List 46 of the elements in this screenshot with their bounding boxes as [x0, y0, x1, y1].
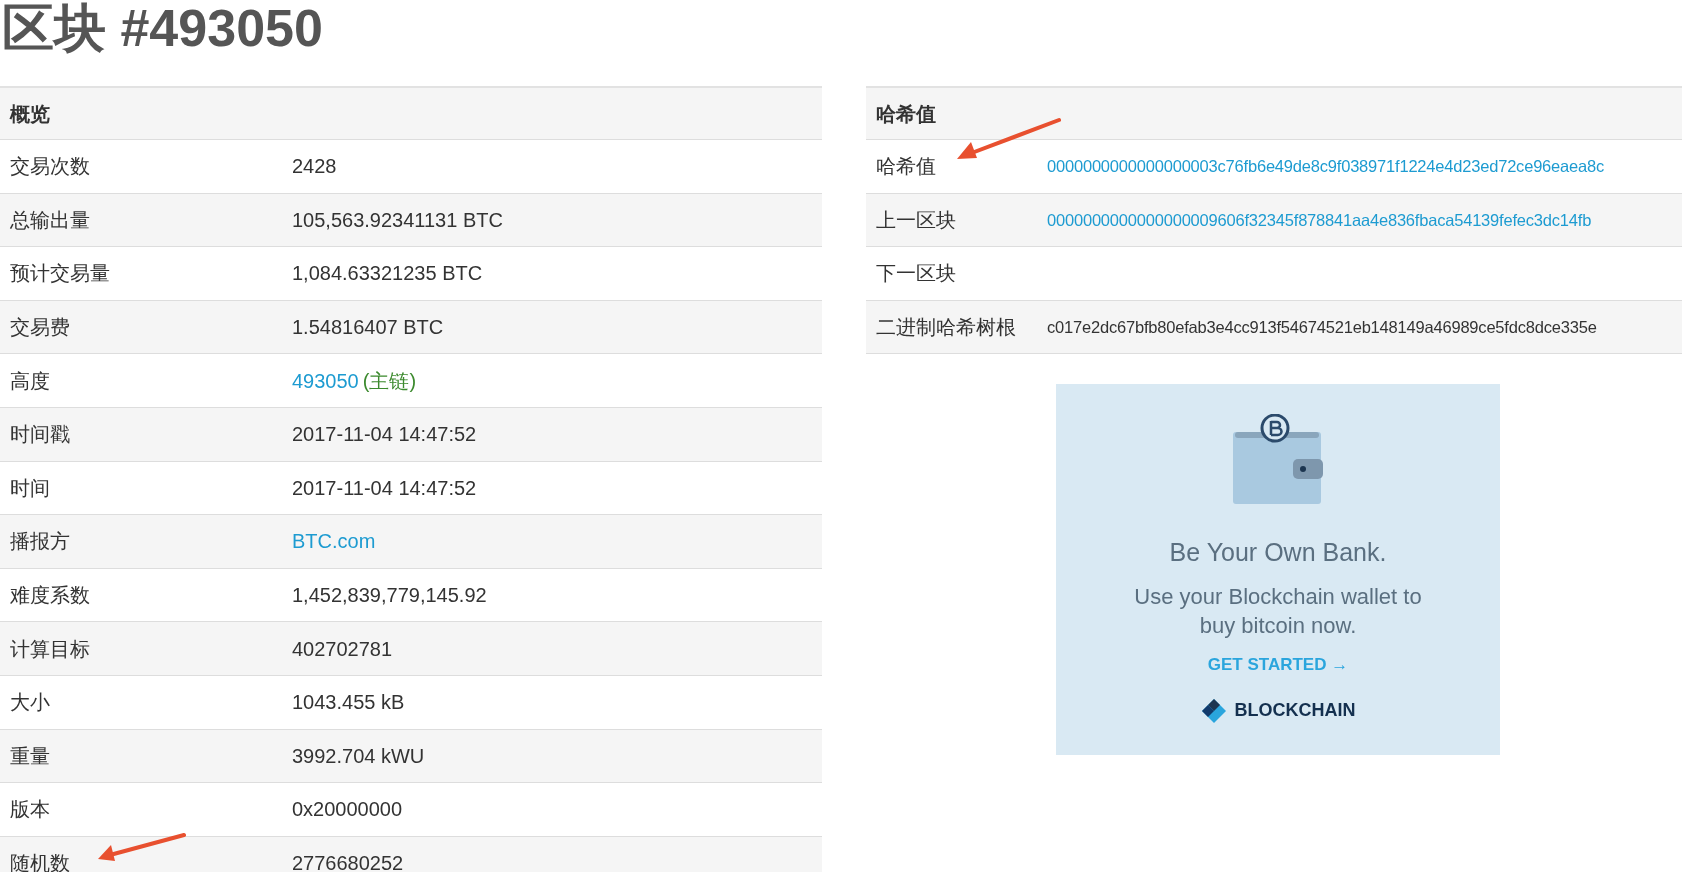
- value-text: 2428: [292, 155, 337, 178]
- row-label: 计算目标: [9, 636, 91, 662]
- value-text: 402702781: [292, 637, 393, 660]
- page-title: 区块 #493050: [1, 0, 324, 59]
- get-started-link[interactable]: GET STARTED →: [1207, 651, 1349, 678]
- value-link[interactable]: 0000000000000000003c76fb6e49de8c9f038971f1224e4d23ed72ce96eaea8c: [1047, 156, 1604, 175]
- table-heading: 哈希值: [876, 101, 936, 127]
- height-link[interactable]: 493050: [292, 365, 359, 396]
- row-label: 二进制哈希树根: [875, 315, 1017, 341]
- ad-body: Use your Blockchain wallet to buy bitcoin now.: [1133, 582, 1423, 640]
- row-label: 交易次数: [9, 154, 91, 180]
- value-text: 2017-11-04 14:47:52: [292, 423, 477, 446]
- row-label: 大小: [9, 690, 51, 716]
- row-label: 重量: [9, 743, 51, 769]
- value-text: 3992.704 kWU: [292, 744, 425, 767]
- value-link[interactable]: 0000000000000000009606f32345f878841aa4e836fbaca54139fefec3dc14fb: [1047, 210, 1592, 229]
- row-label: 播报方: [9, 529, 71, 555]
- row-label: 交易费: [9, 315, 71, 341]
- row-label: 时间戳: [9, 422, 71, 448]
- brand-name: BLOCKCHAIN: [1234, 699, 1356, 723]
- value-text: 1043.455 kB: [292, 691, 405, 714]
- ad-headline: Be Your Own Bank.: [1169, 537, 1387, 569]
- row-label: 总输出量: [9, 207, 91, 233]
- ad-banner[interactable]: Be Your Own Bank. Use your Blockchain wallet to buy bitcoin now. GET STARTED → BLOCKCHAIN: [1056, 384, 1500, 756]
- row-label: 时间: [9, 475, 51, 501]
- value-text: c017e2dc67bfb80efab3e4cc913f54674521eb148149a46989ce5fdc8dce335e: [1047, 317, 1597, 336]
- value-text: 2776680252: [292, 852, 404, 872]
- main-chain-label: (主链): [362, 368, 417, 394]
- row-label: 高度: [9, 368, 51, 394]
- value-text: 1.54816407 BTC: [292, 316, 444, 339]
- row-label: 下一区块: [875, 261, 957, 287]
- value-text: 1,452,839,779,145.92: [292, 584, 487, 607]
- value-text: 2017-11-04 14:47:52: [292, 476, 477, 499]
- wallet-icon: [1231, 414, 1325, 507]
- table-heading: 概览: [10, 101, 50, 127]
- row-label: 版本: [9, 797, 51, 823]
- row-label: 预计交易量: [9, 261, 111, 287]
- row-label: 随机数: [9, 851, 71, 872]
- value-text: 1,084.63321235 BTC: [292, 262, 483, 285]
- blockchain-logo-icon: [1200, 697, 1227, 724]
- row-label: 上一区块: [875, 207, 957, 233]
- value-text: 0x20000000: [292, 798, 403, 821]
- row-label: 哈希值: [875, 154, 937, 180]
- value-link[interactable]: BTC.com: [292, 530, 376, 553]
- row-label: 难度系数: [9, 583, 91, 609]
- value-text: 105,563.92341131 BTC: [292, 208, 503, 231]
